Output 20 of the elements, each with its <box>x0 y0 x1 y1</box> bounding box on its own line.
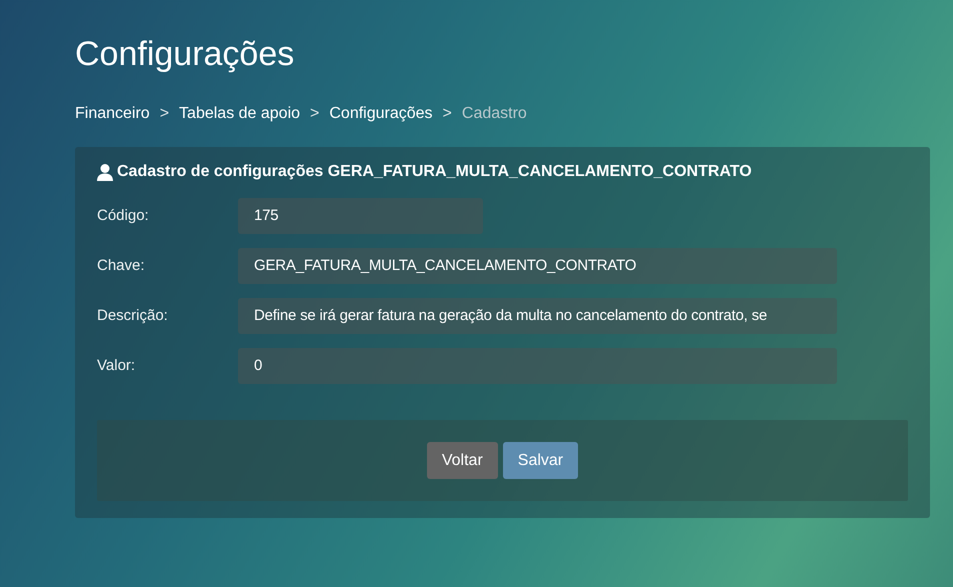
form-title: Cadastro de configurações GERA_FATURA_MULTA_CANCELAMENTO_CONTRATO <box>117 162 752 182</box>
breadcrumb-item[interactable]: Tabelas de apoio <box>179 103 300 125</box>
breadcrumb-separator: > <box>442 104 452 124</box>
breadcrumb-item: Cadastro <box>462 104 527 124</box>
field-label: Descrição: <box>97 306 169 326</box>
input-field[interactable]: GERA_FATURA_MULTA_CANCELAMENTO_CONTRATO <box>238 248 837 284</box>
field-label: Valor: <box>97 356 136 376</box>
input-field[interactable]: 0 <box>238 348 837 384</box>
breadcrumb-separator: > <box>310 104 320 124</box>
save-button[interactable]: Salvar <box>502 442 578 479</box>
input-field[interactable]: Define se irá gerar fatura na geração da multa no cancelamento do contrato, se <box>238 298 837 334</box>
field-label: Chave: <box>97 256 146 276</box>
input-field[interactable]: 175 <box>238 198 483 234</box>
field-label: Código: <box>97 206 150 226</box>
page-title: Configurações <box>75 34 294 75</box>
breadcrumb-item[interactable]: Configurações <box>329 103 433 125</box>
back-button[interactable]: Voltar <box>426 442 498 479</box>
user-icon <box>97 164 113 180</box>
breadcrumb-item[interactable]: Financeiro <box>75 103 150 125</box>
breadcrumb-separator: > <box>160 104 170 124</box>
